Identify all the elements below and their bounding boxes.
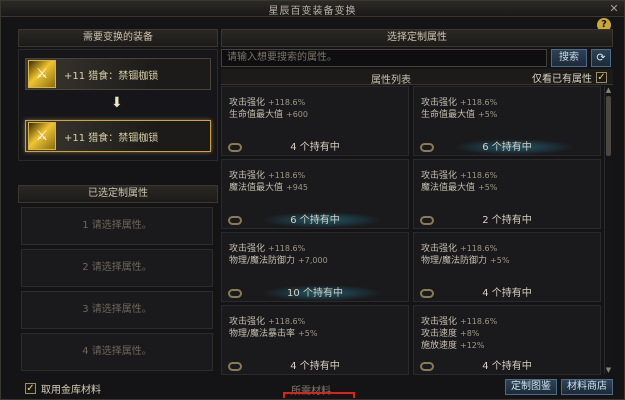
sword-icon: ⚔ bbox=[28, 122, 56, 150]
attribute-value: +5% bbox=[490, 256, 510, 265]
attribute-card[interactable]: 攻击强化 +118.6% 魔法值最大值 +5% 2 个持有中 bbox=[413, 159, 601, 229]
equip-header: 需要变换的装备 bbox=[18, 29, 218, 47]
search-row: 请输入想要搜索的属性。 搜索 ⟳ bbox=[221, 49, 613, 67]
attribute-line: 生命值最大值 +600 bbox=[229, 107, 308, 120]
attribute-value: +8% bbox=[460, 329, 480, 338]
card-footer: 2 个持有中 bbox=[414, 212, 600, 228]
selected-slot-1[interactable]: 1 请选择属性。 bbox=[21, 207, 213, 245]
attribute-value: +5% bbox=[478, 110, 498, 119]
owned-only-toggle[interactable]: 仅看已有属性 ✓ bbox=[532, 70, 607, 85]
owned-count: 4 个持有中 bbox=[290, 142, 340, 153]
owned-count: 4 个持有中 bbox=[290, 361, 340, 372]
attribute-card[interactable]: 攻击强化 +118.6% 攻击速度 +8% 施放速度 +12% 4 个持有中 bbox=[413, 305, 601, 375]
search-button[interactable]: 搜索 bbox=[551, 49, 587, 67]
selected-slot-4[interactable]: 4 请选择属性。 bbox=[21, 333, 213, 371]
attribute-value: +7,000 bbox=[298, 256, 328, 265]
attribute-line: 施放速度 +12% bbox=[421, 338, 485, 351]
attribute-line: 物理/魔法暴击率 +5% bbox=[229, 326, 317, 339]
attribute-card[interactable]: 攻击强化 +118.6% 物理/魔法防御力 +5% 4 个持有中 bbox=[413, 232, 601, 302]
owned-count: 4 个持有中 bbox=[482, 361, 532, 372]
bank-materials-checkbox[interactable]: ✓ bbox=[25, 383, 36, 394]
owned-count: 6 个持有中 bbox=[482, 142, 532, 153]
attribute-value: +118.6% bbox=[268, 171, 306, 180]
attribute-value: +118.6% bbox=[268, 98, 306, 107]
card-footer: 4 个持有中 bbox=[222, 358, 408, 374]
materials-slot bbox=[283, 392, 355, 398]
attribute-line: 魔法值最大值 +5% bbox=[421, 180, 497, 193]
owned-count: 10 个持有中 bbox=[287, 288, 343, 299]
attribute-grid: 攻击强化 +118.6% 生命值最大值 +600 4 个持有中 攻击强化 +118.6% 生命… bbox=[221, 86, 603, 375]
catalog-button[interactable]: 定制图鉴 bbox=[505, 379, 557, 395]
attribute-value: +118.6% bbox=[268, 244, 306, 253]
attribute-name: 生命值最大值 bbox=[229, 110, 284, 120]
card-footer: 4 个持有中 bbox=[414, 358, 600, 374]
attribute-list-header: 属性列表 仅看已有属性 ✓ bbox=[221, 69, 613, 86]
attribute-card[interactable]: 攻击强化 +118.6% 物理/魔法暴击率 +5% 4 个持有中 bbox=[221, 305, 409, 375]
scroll-thumb[interactable] bbox=[606, 96, 611, 156]
attribute-value: +600 bbox=[286, 110, 308, 119]
owned-count: 2 个持有中 bbox=[482, 215, 532, 226]
owned-count: 4 个持有中 bbox=[482, 288, 532, 299]
attribute-value: +118.6% bbox=[460, 171, 498, 180]
attribute-name: 物理/魔法防御力 bbox=[229, 256, 296, 266]
attribute-panel: 选择定制属性 请输入想要搜索的属性。 搜索 ⟳ 属性列表 仅看已有属性 ✓ 攻击… bbox=[221, 29, 613, 379]
scroll-down-icon[interactable]: ▼ bbox=[605, 366, 612, 374]
owned-only-label: 仅看已有属性 bbox=[532, 74, 592, 85]
attribute-value: +945 bbox=[286, 183, 308, 192]
equip-box: ⚔ +11 猎食：禁锢枷锁 ⬇ ⚔ +11 猎食：禁锢枷锁 bbox=[18, 49, 218, 161]
attribute-card[interactable]: 攻击强化 +118.6% 物理/魔法防御力 +7,000 10 个持有中 bbox=[221, 232, 409, 302]
attribute-value: +118.6% bbox=[268, 317, 306, 326]
attribute-name: 生命值最大值 bbox=[421, 110, 476, 120]
card-footer: 10 个持有中 bbox=[222, 285, 408, 301]
scroll-up-icon[interactable]: ▲ bbox=[605, 86, 612, 94]
attribute-name: 魔法值最大值 bbox=[229, 183, 284, 193]
attribute-value: +118.6% bbox=[460, 317, 498, 326]
card-footer: 4 个持有中 bbox=[414, 285, 600, 301]
attribute-name: 物理/魔法暴击率 bbox=[229, 329, 296, 339]
bottom-bar: ✓ 取用金库材料 所需材料 定制图鉴 材料商店 bbox=[15, 378, 613, 398]
refresh-icon[interactable]: ⟳ bbox=[591, 49, 611, 67]
card-footer: 4 个持有中 bbox=[222, 139, 408, 155]
attribute-header: 选择定制属性 bbox=[221, 29, 613, 47]
source-equipment-slot[interactable]: ⚔ +11 猎食：禁锢枷锁 bbox=[25, 58, 211, 90]
attribute-line: 物理/魔法防御力 +7,000 bbox=[229, 253, 328, 266]
equipment-panel: 需要变换的装备 ⚔ +11 猎食：禁锢枷锁 ⬇ ⚔ +11 猎食：禁锢枷锁 已选… bbox=[18, 29, 218, 379]
attribute-card[interactable]: 攻击强化 +118.6% 魔法值最大值 +945 6 个持有中 bbox=[221, 159, 409, 229]
owned-only-checkbox[interactable]: ✓ bbox=[596, 72, 607, 83]
attribute-card[interactable]: 攻击强化 +118.6% 生命值最大值 +600 4 个持有中 bbox=[221, 86, 409, 156]
bank-materials-toggle[interactable]: ✓ 取用金库材料 bbox=[25, 381, 101, 396]
attribute-line: 物理/魔法防御力 +5% bbox=[421, 253, 509, 266]
attribute-list-title: 属性列表 bbox=[371, 75, 411, 86]
window-title: 星辰百变装备变换 bbox=[268, 6, 357, 17]
attribute-scrollbar[interactable]: ▲ ▼ bbox=[604, 86, 612, 374]
attribute-value: +5% bbox=[298, 329, 318, 338]
attribute-value: +118.6% bbox=[460, 98, 498, 107]
title-bar[interactable]: 星辰百变装备变换 ✕ bbox=[1, 1, 624, 17]
card-footer: 6 个持有中 bbox=[414, 139, 600, 155]
selected-slot-2[interactable]: 2 请选择属性。 bbox=[21, 249, 213, 287]
arrow-down-icon: ⬇ bbox=[111, 95, 123, 111]
target-equipment-label: +11 猎食：禁锢枷锁 bbox=[64, 132, 159, 144]
material-shop-button[interactable]: 材料商店 bbox=[561, 379, 613, 395]
attribute-card[interactable]: 攻击强化 +118.6% 生命值最大值 +5% 6 个持有中 bbox=[413, 86, 601, 156]
attribute-line: 生命值最大值 +5% bbox=[421, 107, 497, 120]
attribute-value: +118.6% bbox=[460, 244, 498, 253]
attribute-value: +5% bbox=[478, 183, 498, 192]
card-footer: 6 个持有中 bbox=[222, 212, 408, 228]
equipment-transform-window: 星辰百变装备变换 ✕ ? 需要变换的装备 ⚔ +11 猎食：禁锢枷锁 ⬇ ⚔ +… bbox=[0, 0, 625, 400]
attribute-name: 魔法值最大值 bbox=[421, 183, 476, 193]
bank-materials-label: 取用金库材料 bbox=[41, 385, 101, 396]
attribute-line: 魔法值最大值 +945 bbox=[229, 180, 308, 193]
attribute-value: +12% bbox=[460, 341, 485, 350]
sword-icon: ⚔ bbox=[28, 60, 56, 88]
close-icon[interactable]: ✕ bbox=[608, 3, 620, 15]
search-input[interactable]: 请输入想要搜索的属性。 bbox=[221, 49, 547, 67]
selected-attributes: 1 请选择属性。 2 请选择属性。 3 请选择属性。 4 请选择属性。 bbox=[18, 197, 218, 373]
source-equipment-label: +11 猎食：禁锢枷锁 bbox=[64, 70, 159, 82]
owned-count: 6 个持有中 bbox=[290, 215, 340, 226]
attribute-name: 物理/魔法防御力 bbox=[421, 256, 488, 266]
selected-slot-3[interactable]: 3 请选择属性。 bbox=[21, 291, 213, 329]
attribute-name: 施放速度 bbox=[421, 341, 458, 351]
target-equipment-slot[interactable]: ⚔ +11 猎食：禁锢枷锁 bbox=[25, 120, 211, 152]
